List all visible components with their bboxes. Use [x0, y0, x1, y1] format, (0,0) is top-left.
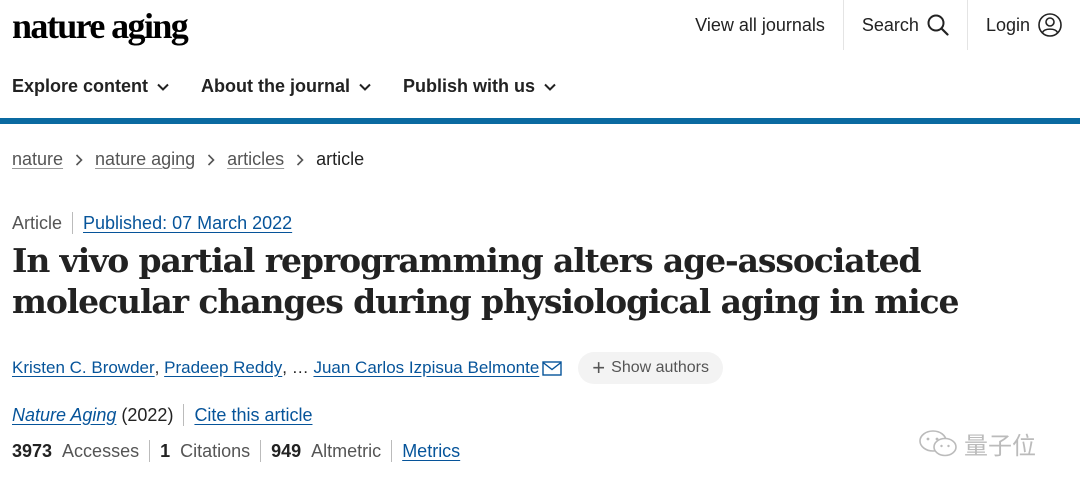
- chevron-down-icon: [359, 83, 371, 91]
- author-link[interactable]: Kristen C. Browder: [12, 358, 155, 378]
- watermark: 量子位: [918, 426, 1036, 461]
- mail-icon[interactable]: [542, 360, 562, 376]
- breadcrumb: nature nature aging articles article: [12, 149, 364, 170]
- chevron-right-icon: [296, 153, 304, 166]
- author-separator: ,: [282, 358, 292, 377]
- main-nav: Explore content About the journal Publis…: [12, 76, 556, 97]
- divider: [149, 440, 151, 462]
- accesses-count: 3973: [12, 440, 53, 461]
- view-all-journals-link[interactable]: View all journals: [677, 0, 843, 50]
- article-metrics: 3973 Accesses 1 Citations 949 Altmetric …: [12, 440, 460, 462]
- accesses-label: Accesses: [62, 440, 140, 461]
- search-icon: [927, 14, 949, 36]
- header-accent-bar: [0, 118, 1080, 124]
- watermark-text: 量子位: [964, 433, 1036, 460]
- author-list: Kristen C. Browder , Pradeep Reddy , … J…: [12, 352, 723, 384]
- citation-line: Nature Aging (2022) Cite this article: [12, 404, 312, 426]
- cite-article-link[interactable]: Cite this article: [194, 405, 312, 426]
- citations-label: Citations: [180, 440, 251, 461]
- login-label: Login: [985, 14, 1030, 35]
- altmetric-label: Altmetric: [311, 440, 382, 461]
- altmetric-count: 949: [271, 440, 302, 461]
- breadcrumb-item-nature-aging[interactable]: nature aging: [95, 149, 195, 170]
- author-ellipsis: …: [291, 358, 309, 377]
- divider: [183, 404, 185, 426]
- plus-icon: +: [592, 355, 606, 380]
- breadcrumb-current: article: [316, 149, 365, 169]
- published-date-link[interactable]: Published: 07 March 2022: [83, 213, 292, 234]
- metrics-link[interactable]: Metrics: [402, 441, 460, 462]
- user-icon: [1038, 13, 1062, 37]
- chevron-right-icon: [75, 153, 83, 166]
- breadcrumb-item-nature[interactable]: nature: [12, 149, 63, 170]
- chevron-down-icon: [544, 83, 556, 91]
- site-logo[interactable]: nature aging: [12, 5, 189, 47]
- article-meta: Article Published: 07 March 2022: [12, 212, 292, 234]
- divider: [260, 440, 262, 462]
- search-label: Search: [861, 14, 919, 35]
- breadcrumb-item-articles[interactable]: articles: [227, 149, 284, 170]
- divider: [391, 440, 393, 462]
- nav-publish-label: Publish with us: [403, 76, 536, 96]
- chevron-right-icon: [207, 153, 215, 166]
- show-authors-button[interactable]: + Show authors: [578, 352, 723, 384]
- divider: [72, 212, 74, 234]
- publication-year: (2022): [121, 404, 174, 425]
- author-link[interactable]: Juan Carlos Izpisua Belmonte: [313, 358, 539, 378]
- author-separator: ,: [154, 358, 165, 377]
- show-authors-label: Show authors: [611, 359, 709, 376]
- author-link[interactable]: Pradeep Reddy: [164, 358, 282, 378]
- journal-link[interactable]: Nature Aging: [12, 405, 116, 426]
- nav-publish-with-us[interactable]: Publish with us: [403, 76, 556, 97]
- wechat-icon: [919, 429, 957, 456]
- nav-explore-label: Explore content: [12, 76, 149, 96]
- nav-about-label: About the journal: [201, 76, 351, 96]
- citations-count: 1: [160, 440, 171, 461]
- article-type: Article: [12, 212, 63, 233]
- chevron-down-icon: [157, 83, 169, 91]
- login-button[interactable]: Login: [968, 0, 1080, 50]
- article-title: In vivo partial reprogramming alters age…: [12, 241, 960, 321]
- search-button[interactable]: Search: [844, 0, 967, 50]
- nav-about-journal[interactable]: About the journal: [201, 76, 371, 97]
- top-utility-nav: View all journals Search Login: [677, 0, 1080, 50]
- nav-explore-content[interactable]: Explore content: [12, 76, 169, 97]
